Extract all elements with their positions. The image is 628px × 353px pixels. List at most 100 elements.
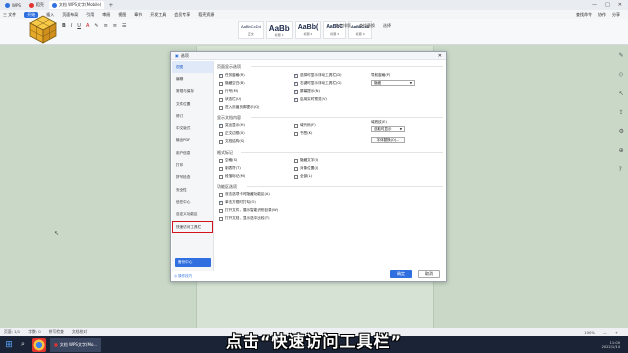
nav-item-chinese-layout[interactable]: 中文版式 <box>172 122 213 134</box>
checkbox-field-code[interactable]: 域代码(F) <box>294 123 316 128</box>
menu-developer[interactable]: 开发工具 <box>150 12 166 18</box>
wps-logo-icon <box>5 2 10 8</box>
nav-item-edit[interactable]: 编辑 <box>172 73 213 85</box>
tips-link[interactable]: ◎ 操作技巧 <box>174 274 192 279</box>
menu-file[interactable]: 三 文件 <box>3 12 16 18</box>
checkbox-paragraph-mark[interactable]: 段落标记(M) <box>219 174 245 179</box>
field-shading-select[interactable]: 选取时显示 ▼ <box>371 126 405 132</box>
checkbox-click-tick[interactable]: ✓ 单击方框时打勾(O) <box>219 200 256 205</box>
new-tab-icon[interactable]: + <box>108 2 113 9</box>
select-icon[interactable]: ↖ <box>619 90 624 97</box>
text-layout-button[interactable]: 文字排版 <box>335 23 351 29</box>
menu-references[interactable]: 引用 <box>86 12 94 18</box>
proofread-status[interactable]: 文档校对 <box>72 329 87 335</box>
font-substitution-button[interactable]: 字体替换(O)... <box>371 137 405 143</box>
checkbox-space[interactable]: 空格(S) <box>219 158 237 163</box>
chrome-icon[interactable] <box>32 337 46 352</box>
zoom-level[interactable]: 100% <box>584 330 595 335</box>
nav-item-trust-center[interactable]: 信任中心 <box>172 196 213 208</box>
highlight-icon[interactable]: ✎ <box>94 23 98 29</box>
nav-item-view[interactable]: 视图 <box>172 61 213 74</box>
search-icon[interactable]: ⌕ <box>16 338 30 352</box>
help-icon[interactable]: ? <box>619 166 624 173</box>
close-icon[interactable]: ✕ <box>438 53 442 59</box>
checkbox-line-number[interactable]: 行号(M) <box>219 89 238 94</box>
checkbox-status-bar[interactable]: 状态栏(U) <box>219 97 241 102</box>
nav-item-print[interactable]: 打印 <box>172 159 213 171</box>
nav-item-security[interactable]: 安全性 <box>172 184 213 196</box>
menu-layout[interactable]: 页面布局 <box>62 12 78 18</box>
underline-icon[interactable]: U <box>77 23 81 29</box>
nav-item-customize-ribbon[interactable]: 自定义功能区 <box>172 209 213 221</box>
checkbox-screen-tip[interactable]: ✓ 屏幕提示(N) <box>294 89 320 94</box>
settings-icon[interactable]: ⚙ <box>619 128 624 135</box>
italic-icon[interactable]: I <box>71 23 72 29</box>
cancel-button[interactable]: 取消 <box>418 270 440 278</box>
align-center-icon[interactable]: ≡ <box>113 23 117 29</box>
nav-item-output-pdf[interactable]: 输出PDF <box>172 135 213 147</box>
nav-item-general[interactable]: 常规与保存 <box>172 86 213 98</box>
minimize-icon[interactable]: — <box>592 2 597 8</box>
checkbox-highlight[interactable]: ✓ 突出显示(H) <box>219 123 245 128</box>
pin-icon[interactable]: ⊕ <box>619 147 624 154</box>
align-left-icon[interactable]: ≡ <box>104 23 108 29</box>
checkbox-hide-blank[interactable]: 隐藏空白(B) <box>219 81 245 86</box>
select-button[interactable]: 选择 <box>383 23 391 29</box>
ok-button[interactable]: 确定 <box>390 270 412 278</box>
checkbox-header-tip[interactable]: 进入页眉页脚提示(Q) <box>219 105 259 110</box>
zoom-in-icon[interactable]: + <box>615 330 618 335</box>
menu-review[interactable]: 审阅 <box>102 12 110 18</box>
share-icon[interactable]: ⇪ <box>619 109 624 116</box>
spellcheck-status[interactable]: 拼写检查 <box>49 329 64 335</box>
zoom-out-icon[interactable]: — <box>603 330 607 335</box>
menu-member[interactable]: 会员专享 <box>174 12 190 18</box>
style-normal[interactable]: AaBbCcDd 正文 <box>238 21 264 39</box>
checkbox-tab[interactable]: 制表符(T) <box>219 166 241 171</box>
share-button[interactable]: 分享 <box>612 12 620 18</box>
maximize-icon[interactable]: □ <box>605 2 610 8</box>
close-window-icon[interactable]: ✕ <box>618 2 622 8</box>
style-icon[interactable]: ◇ <box>619 71 624 78</box>
checkbox-all[interactable]: 全部(L) <box>294 174 312 179</box>
edit-icon[interactable]: ✎ <box>619 52 624 59</box>
checkbox-live-preview[interactable]: ✓ 启用实时预览(V) <box>294 97 327 102</box>
list-icon[interactable]: ☰ <box>122 23 126 29</box>
checkbox-compare[interactable]: 打开文档，显示选中比较(T) <box>219 216 270 221</box>
nav-item-spellcheck[interactable]: 拼写检查 <box>172 172 213 184</box>
nav-item-file-location[interactable]: 文件位置 <box>172 98 213 110</box>
checkbox-document-structure[interactable]: 文档结构(S) <box>219 139 244 144</box>
checkbox-float-toolbar-right[interactable]: ✓ 右键时显示浮动工具栏(G) <box>294 81 342 86</box>
style-heading-2[interactable]: AaBb( 标题 2 <box>294 21 322 39</box>
menu-docer[interactable]: 稻壳资源 <box>198 12 214 18</box>
tab-docer[interactable]: 稻壳 <box>26 1 47 9</box>
checkbox-hidden-text[interactable]: 隐藏文字(I) <box>294 158 318 163</box>
checkbox-text-border[interactable]: 正文边框(X) <box>219 131 245 136</box>
checkbox-task-pane[interactable]: ✓ 任务窗格(R) <box>219 73 245 78</box>
collab-button[interactable]: 协作 <box>598 12 606 18</box>
system-tray[interactable]: 11:00 2022/1/14 <box>602 341 628 349</box>
windows-start-icon[interactable]: ⊞ <box>2 338 16 352</box>
checkbox-object-position[interactable]: 对象位置(J) <box>294 166 318 171</box>
checkbox-label: 进入页眉页脚提示(Q) <box>225 105 260 109</box>
checkbox-hide-ribbon[interactable]: 双击选项卡时隐藏功能区(A) <box>219 192 270 197</box>
menu-view[interactable]: 视图 <box>118 12 126 18</box>
bold-icon[interactable]: B <box>62 23 66 29</box>
checkbox-bookmark[interactable]: 书签(K) <box>294 131 312 136</box>
style-heading-1[interactable]: AaBb 标题 1 <box>265 21 293 39</box>
find-command[interactable]: 查找命令 <box>576 12 592 18</box>
nav-item-quick-access-toolbar[interactable]: 快速访问工具栏 <box>172 220 213 234</box>
taskbar-wps-app[interactable]: ■ 文档 WPS文字(Mo... <box>50 337 102 352</box>
backup-center-button[interactable]: 备份中心 <box>175 258 211 267</box>
checkbox-label: 突出显示(H) <box>225 123 245 127</box>
checkbox-smart-toc[interactable]: 打开文件，展示智能识别目录(W) <box>219 208 278 213</box>
tab-document[interactable]: 文档 WPS文字(Mobile) <box>48 1 105 9</box>
find-replace-button[interactable]: 查找替换 <box>359 23 375 29</box>
nav-pane-select[interactable]: 隐藏 ▼ <box>371 80 415 86</box>
font-color-icon[interactable]: A <box>86 23 89 29</box>
tab-wps[interactable]: WPS <box>2 1 24 9</box>
nav-item-revision[interactable]: 修订 <box>172 110 213 122</box>
word-count[interactable]: 字数: 0 <box>28 329 41 335</box>
menu-section[interactable]: 章节 <box>134 12 142 18</box>
nav-item-user-info[interactable]: 用户信息 <box>172 147 213 159</box>
checkbox-float-toolbar-select[interactable]: ✓ 选择时显示浮动工具栏(D) <box>294 73 342 78</box>
